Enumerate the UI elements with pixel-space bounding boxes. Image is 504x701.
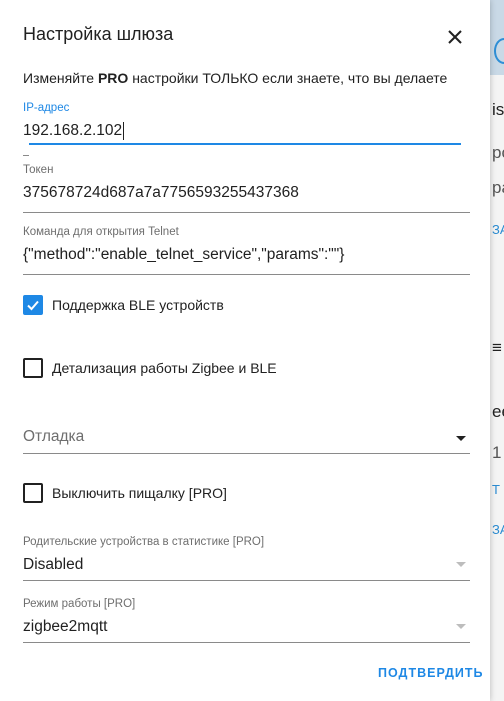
operating-mode-select: Режим работы [PRO] zigbee2mqtt	[23, 597, 470, 643]
close-button[interactable]	[440, 22, 470, 52]
zigbee-detail-checkbox-row[interactable]: Детализация работы Zigbee и BLE	[23, 358, 277, 378]
background-text: 1	[492, 443, 502, 462]
token-label: Токен	[23, 164, 54, 176]
operating-mode-value: zigbee2mqtt	[23, 618, 108, 635]
ip-address-field[interactable]: IP-адрес 192.168.2.102	[23, 101, 470, 161]
background-link: ЗА	[492, 222, 504, 237]
disable-buzzer-label: Выключить пищалку [PRO]	[52, 485, 227, 501]
debug-underline	[23, 453, 470, 454]
telnet-command-field[interactable]: Команда для открытия Telnet {"method":"e…	[23, 225, 470, 275]
background-text: is	[492, 100, 504, 119]
background-text: ро	[492, 143, 504, 162]
confirm-button[interactable]: ПОДТВЕРДИТЬ	[378, 666, 484, 680]
chevron-down-icon	[456, 562, 466, 567]
close-icon	[448, 30, 462, 44]
token-input[interactable]: 375678724d687a7a7756593255437368	[23, 181, 470, 205]
ble-support-label: Поддержка BLE устройств	[52, 297, 224, 313]
parent-devices-label: Родительские устройства в статистике [PR…	[23, 536, 265, 548]
debug-select[interactable]: Отладка	[23, 425, 470, 454]
background-menu-icon: ≡	[492, 338, 502, 357]
ble-support-checkbox[interactable]	[23, 295, 43, 315]
disable-buzzer-checkbox[interactable]	[23, 483, 43, 503]
chevron-down-icon	[456, 624, 466, 629]
operating-mode-underline	[23, 642, 470, 643]
debug-select-placeholder: Отладка	[23, 428, 85, 445]
pro-warning-text: Изменяйте PRO настройки ТОЛЬКО если знае…	[23, 70, 448, 86]
telnet-command-label: Команда для открытия Telnet	[23, 226, 179, 238]
zigbee-detail-label: Детализация работы Zigbee и BLE	[52, 360, 277, 376]
telnet-command-input[interactable]: {"method":"enable_telnet_service","param…	[23, 243, 470, 267]
disable-buzzer-checkbox-row[interactable]: Выключить пищалку [PRO]	[23, 483, 227, 503]
telnet-underline	[23, 274, 470, 275]
ble-support-checkbox-row[interactable]: Поддержка BLE устройств	[23, 295, 224, 315]
chevron-down-icon	[456, 436, 466, 441]
parent-devices-value: Disabled	[23, 556, 84, 573]
ip-underline-left	[23, 155, 29, 156]
background-link: ЗА	[492, 522, 504, 537]
parent-devices-underline	[23, 580, 470, 581]
dialog-title: Настройка шлюза	[23, 24, 174, 44]
gateway-settings-dialog: Настройка шлюза Изменяйте PRO настройки …	[0, 0, 490, 701]
text-caret	[123, 121, 125, 140]
token-field[interactable]: Токен 375678724d687a7a7756593255437368	[23, 163, 470, 213]
token-underline	[23, 212, 470, 213]
operating-mode-label: Режим работы [PRO]	[23, 598, 136, 610]
background-text: ee	[492, 402, 504, 421]
parent-devices-select: Родительские устройства в статистике [PR…	[23, 535, 470, 581]
background-link: Т	[492, 482, 500, 497]
zigbee-detail-checkbox[interactable]	[23, 358, 43, 378]
background-text: ра	[492, 178, 504, 197]
ip-address-label: IP-адрес	[23, 102, 70, 114]
ip-address-input[interactable]: 192.168.2.102	[23, 119, 470, 143]
ip-underline-focused	[29, 143, 461, 145]
check-icon	[27, 300, 39, 311]
